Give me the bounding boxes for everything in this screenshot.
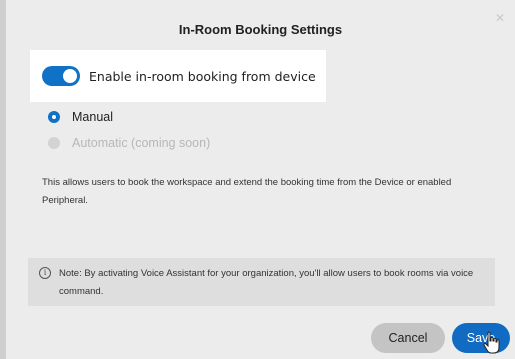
in-room-booking-dialog: In-Room Booking Settings ✕ Enable in-roo…: [6, 0, 515, 359]
info-icon: i: [39, 267, 51, 279]
hand-cursor-icon: [483, 331, 500, 354]
enable-booking-toggle[interactable]: [42, 66, 80, 86]
note-text: Note: By activating Voice Assistant for …: [59, 268, 474, 297]
radio-manual[interactable]: [48, 111, 60, 123]
radio-manual-label: Manual: [72, 110, 113, 124]
radio-automatic-label: Automatic (coming soon): [72, 136, 211, 150]
cancel-button[interactable]: Cancel: [371, 323, 445, 353]
dialog-title: In-Room Booking Settings: [178, 22, 343, 37]
radio-automatic: [48, 137, 60, 149]
enable-booking-label: Enable in-room booking from device: [89, 68, 316, 84]
radio-manual-row[interactable]: Manual: [48, 110, 113, 124]
booking-description: This allows users to book the workspace …: [42, 177, 452, 206]
voice-assistant-note: i Note: By activating Voice Assistant fo…: [28, 258, 495, 306]
toggle-knob: [63, 69, 77, 83]
close-icon[interactable]: ✕: [495, 12, 505, 24]
radio-automatic-row: Automatic (coming soon): [48, 136, 210, 150]
enable-booking-row: Enable in-room booking from device: [30, 50, 326, 102]
